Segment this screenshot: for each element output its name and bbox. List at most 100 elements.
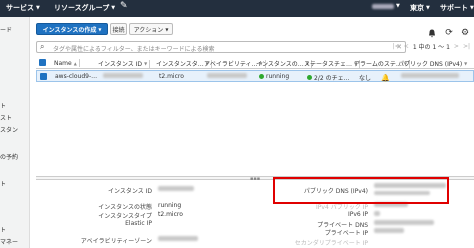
detail-label-availability-zone: アベイラビリティーゾーン xyxy=(80,238,152,245)
launch-instance-button[interactable]: インスタンスの作成 ▼ xyxy=(36,23,108,35)
column-label: アベイラビリティ… xyxy=(204,61,258,68)
column-divider xyxy=(78,59,80,67)
pin-icon[interactable]: ✎ xyxy=(120,1,128,11)
column-label: パブリック DNS (IPv4) xyxy=(398,61,463,68)
detail-label-instance-type: インスタンスタイプ xyxy=(98,213,152,220)
alarm-bell-icon[interactable]: 🔔 xyxy=(381,74,390,82)
detail-label-elastic-ip: Elastic IP xyxy=(125,220,152,227)
resource-groups-menu[interactable]: リソースグループ ▼ xyxy=(54,3,115,13)
check-ok-icon xyxy=(307,75,312,80)
launch-instance-label: インスタンスの作成 xyxy=(42,26,97,34)
detail-label-instance-state: インスタンスの状態 xyxy=(98,204,152,211)
page-range: 1 中の 1 ～ 1 xyxy=(412,44,450,51)
public-dns-redacted xyxy=(401,73,459,78)
cell-instance-state: running xyxy=(259,73,289,80)
chevron-down-icon: ▼ xyxy=(396,3,400,9)
select-all-checkbox[interactable] xyxy=(39,59,46,66)
cell-name: aws-cloud9-… xyxy=(55,73,98,80)
chevron-down-icon: ▼ xyxy=(426,5,430,11)
first-page-icon[interactable]: |< xyxy=(393,43,400,50)
account-name-redacted xyxy=(372,3,394,9)
private-dns-redacted xyxy=(374,220,434,225)
connect-button[interactable]: 接続 xyxy=(110,23,127,35)
cell-instance-type: t2.micro xyxy=(159,73,184,80)
instance-id-redacted xyxy=(158,186,194,191)
detail-value-ipv6 xyxy=(374,211,380,218)
cell-status-checks: 2/2 のチェ… xyxy=(307,73,350,82)
ipv6-redacted xyxy=(374,211,380,216)
settings-icon[interactable]: ⚙ xyxy=(460,28,470,38)
column-label: Name xyxy=(54,59,72,67)
sidebar: ード ト スト スタン の予約 ト ト マネー xyxy=(0,17,30,248)
az-redacted xyxy=(158,236,198,241)
instance-id-redacted xyxy=(103,73,143,78)
search-icon: ⌕ xyxy=(40,42,45,51)
cell-instance-id xyxy=(103,73,143,78)
prev-page-icon[interactable]: < xyxy=(404,43,409,50)
detail-value-private-ip xyxy=(374,228,404,235)
column-label: インスタンスタ… xyxy=(156,61,204,68)
detail-label-private-ip: プライベート IP xyxy=(324,230,368,237)
column-header-instance-id[interactable]: インスタンス ID ▼ xyxy=(98,59,151,68)
sidebar-item[interactable]: スタン xyxy=(0,125,18,134)
services-menu[interactable]: サービス ▼ xyxy=(6,3,40,13)
cell-availability-zone xyxy=(207,73,247,78)
chevron-down-icon: ▼ xyxy=(36,5,40,11)
table-row[interactable]: aws-cloud9-… t2.micro running 2/2 のチェ… な… xyxy=(36,70,474,82)
resource-groups-label: リソースグループ xyxy=(54,4,110,12)
region-label: 東京 xyxy=(410,4,424,12)
sidebar-item[interactable]: マネー xyxy=(0,237,18,246)
chevron-down-icon: ▼ xyxy=(98,26,102,32)
column-header-public-dns[interactable]: パブリック DNS (IPv4) ▼ xyxy=(398,59,467,68)
sidebar-item[interactable]: スト xyxy=(0,113,12,122)
sidebar-item[interactable]: ード xyxy=(0,25,12,34)
chevron-down-icon: ▼ xyxy=(470,5,474,11)
services-label: サービス xyxy=(6,4,34,12)
sidebar-item[interactable]: ト xyxy=(0,179,6,188)
running-status-icon xyxy=(259,74,264,79)
alarm-status-label: なし xyxy=(359,75,372,82)
actions-button[interactable]: アクション ▼ xyxy=(129,23,173,35)
actions-label: アクション xyxy=(133,26,164,34)
search-input[interactable]: ⌕ タグや属性によるフィルター、またはキーワードによる検索 ✕ xyxy=(36,41,406,53)
az-redacted xyxy=(207,73,247,78)
status-checks-label: 2/2 のチェ… xyxy=(314,75,350,82)
column-header-status-checks[interactable]: ステータスチェ… ▼ xyxy=(304,59,361,68)
cell-public-dns xyxy=(401,73,459,78)
detail-value-availability-zone xyxy=(158,236,198,243)
column-label: ステータスチェ… xyxy=(304,61,353,68)
instance-state-label: running xyxy=(266,73,290,80)
account-menu[interactable]: ▼ xyxy=(372,3,400,9)
search-placeholder: タグや属性によるフィルター、またはキーワードによる検索 xyxy=(53,46,215,53)
column-label: インスタンス ID xyxy=(98,61,143,68)
detail-label-ipv6: IPv6 IP xyxy=(347,211,368,218)
last-page-icon[interactable]: >| xyxy=(463,43,470,50)
column-label: インスタンスの… xyxy=(256,61,304,68)
sort-icon: ▲ xyxy=(73,60,77,66)
notification-icon[interactable] xyxy=(427,28,437,38)
column-label: アラームのステ… xyxy=(354,61,402,68)
detail-value-instance-type: t2.micro xyxy=(158,211,183,218)
sort-icon: ▼ xyxy=(464,61,468,66)
support-label: サポート xyxy=(440,4,468,12)
sort-icon: ▼ xyxy=(144,61,148,66)
refresh-icon[interactable]: ⟳ xyxy=(444,28,454,38)
pagination: |< < 1 中の 1 ～ 1 > >| xyxy=(393,42,470,51)
region-menu[interactable]: 東京 ▼ xyxy=(410,3,430,13)
highlight-box xyxy=(273,177,449,204)
column-header-name[interactable]: Name ▲ xyxy=(54,59,80,67)
sidebar-item[interactable]: ト xyxy=(0,101,6,110)
private-ip-redacted xyxy=(374,228,404,233)
next-page-icon[interactable]: > xyxy=(454,43,459,50)
filter-bar: ⌕ タグや属性によるフィルター、またはキーワードによる検索 ✕ |< < 1 中… xyxy=(36,40,474,54)
sidebar-item[interactable]: ト xyxy=(0,225,6,234)
chevron-down-icon: ▼ xyxy=(165,26,169,32)
detail-value-instance-state: running xyxy=(158,202,182,209)
row-checkbox[interactable] xyxy=(40,73,47,80)
detail-value-instance-id xyxy=(158,186,194,193)
chevron-down-icon: ▼ xyxy=(111,5,116,11)
sidebar-item[interactable]: の予約 xyxy=(0,152,18,161)
support-menu[interactable]: サポート ▼ xyxy=(440,3,474,13)
top-navigation-bar: サービス ▼ リソースグループ ▼ ✎ ▼ 東京 ▼ サポート ▼ xyxy=(0,0,474,17)
cell-alarm-status: なし 🔔 xyxy=(359,73,390,83)
